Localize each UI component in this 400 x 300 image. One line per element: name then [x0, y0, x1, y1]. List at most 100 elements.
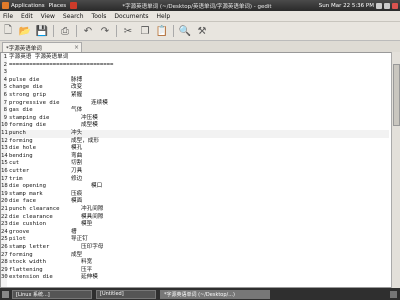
undo-icon[interactable]: ↶ [82, 25, 94, 37]
toolbar-separator [173, 25, 174, 37]
text-line[interactable]: 5 change die 改变 [1, 84, 389, 92]
text-line[interactable]: 7 progressive die 连续模 [1, 100, 389, 108]
menu-search[interactable]: Search [63, 13, 84, 20]
text-line[interactable]: 17 trim 修边 [1, 176, 389, 184]
text-line[interactable]: 23 die cushion 模垫 [1, 221, 389, 229]
text-line[interactable]: 30 extension die 延伸模 [1, 274, 389, 282]
toolbar: 🗋 📂 💾 ⎙ ↶ ↷ ✂ ❐ 📋 🔍 ⚒ [0, 22, 400, 41]
vertical-scrollbar[interactable] [391, 52, 400, 288]
text-line[interactable]: 15 cut 切割 [1, 160, 389, 168]
text-line[interactable]: 3 [1, 69, 389, 77]
save-icon[interactable]: 💾 [36, 25, 48, 37]
line-translation: 模口 [91, 183, 103, 190]
close-tab-icon[interactable]: × [74, 44, 79, 51]
new-icon[interactable]: 🗋 [2, 25, 14, 37]
show-desktop-icon[interactable] [2, 290, 9, 298]
text-line[interactable]: 22 die clearance 模具间隙 [1, 214, 389, 222]
places-menu[interactable]: Places [49, 3, 67, 9]
text-line[interactable]: 16 cutter 刀具 [1, 168, 389, 176]
text-line[interactable]: 1 字源英语 字源英语单词 [1, 54, 389, 62]
line-text: pilot [9, 236, 26, 243]
text-line[interactable]: 2 =============================== [1, 62, 389, 70]
line-text: stock width [9, 259, 47, 266]
document-tab-label: *字源英语单词 [6, 45, 42, 52]
scrollbar-thumb[interactable] [393, 64, 400, 126]
text-line[interactable]: 24 groove 槽 [1, 229, 389, 237]
line-number: 13 [1, 145, 8, 152]
print-icon[interactable]: ⎙ [59, 25, 71, 37]
minimize-button[interactable] [376, 2, 382, 9]
line-translation: 切割 [71, 160, 83, 167]
line-number: 27 [1, 251, 8, 258]
menu-edit[interactable]: Edit [21, 13, 33, 20]
line-number: 16 [1, 168, 8, 174]
line-number: 21 [1, 206, 8, 212]
line-translation: 紧握 [71, 92, 83, 98]
menu-help[interactable]: Help [157, 13, 171, 20]
line-text: extension die [9, 274, 53, 281]
line-text: stamp letter [9, 244, 50, 250]
text-line[interactable]: 20 die face 模面 [1, 198, 389, 206]
line-text: strong grip [9, 92, 47, 98]
open-icon[interactable]: 📂 [19, 25, 31, 37]
text-line[interactable]: 10 forming die 成型模 [1, 122, 389, 130]
line-translation: 成型模 [81, 122, 98, 129]
replace-icon[interactable]: ⚒ [196, 25, 208, 37]
text-line[interactable]: 12 forming 成型，成形 [1, 138, 389, 146]
line-text: flattening [9, 266, 43, 273]
line-text: cutter [9, 168, 30, 174]
maximize-button[interactable] [384, 2, 390, 9]
line-number: 14 [1, 152, 8, 159]
line-text: pulse die [9, 76, 40, 83]
line-translation: 料宽 [81, 259, 93, 266]
text-line[interactable]: 13 die hole 模孔 [1, 145, 389, 153]
taskbar-item-3[interactable]: *字源英语单词 (~/Desktop/...) [160, 289, 270, 299]
line-text: gas die [9, 107, 33, 114]
line-text: change die [9, 84, 43, 91]
text-line[interactable]: 9 stamping die 冲压模 [1, 115, 389, 123]
line-number: 10 [1, 122, 8, 129]
text-line[interactable]: 11 punch 冲头 [1, 130, 389, 138]
text-editor[interactable]: 1 字源英语 字源英语单词 2 ===========================… [0, 52, 398, 288]
document-tabs: *字源英语单词 × [0, 41, 400, 52]
line-text: punch clearance [9, 206, 60, 212]
cut-icon[interactable]: ✂ [122, 25, 134, 37]
text-line[interactable]: 25 pilot 导正钉 [1, 236, 389, 244]
trash-icon[interactable] [390, 290, 397, 298]
document-tab[interactable]: *字源英语单词 × [2, 42, 82, 52]
text-line[interactable]: 27 forming 成型 [1, 252, 389, 260]
menu-tools[interactable]: Tools [92, 13, 107, 20]
line-text: die opening [9, 183, 47, 190]
text-line[interactable]: 26 stamp letter 压印字母 [1, 244, 389, 252]
find-icon[interactable]: 🔍 [179, 25, 191, 37]
line-text: die clearance [9, 213, 53, 220]
line-number: 29 [1, 266, 8, 273]
ubuntu-logo-icon[interactable] [2, 2, 9, 9]
text-line[interactable]: 6 strong grip 紧握 [1, 92, 389, 100]
paste-icon[interactable]: 📋 [156, 25, 168, 37]
text-line[interactable]: 14 bending 弯曲 [1, 153, 389, 161]
line-number: 19 [1, 190, 8, 197]
line-number: 2 [3, 61, 7, 68]
close-button[interactable] [392, 2, 398, 9]
text-line[interactable]: 29 flattening 压平 [1, 267, 389, 275]
firefox-launcher-icon[interactable] [70, 2, 78, 9]
text-line[interactable]: 21 punch clearance 冲孔间隙 [1, 206, 389, 214]
applications-menu[interactable]: Applications [11, 3, 45, 9]
text-line[interactable]: 8 gas die 气体 [1, 107, 389, 115]
menu-view[interactable]: View [41, 13, 55, 20]
text-line[interactable]: 4 pulse die 脉搏 [1, 77, 389, 85]
menu-file[interactable]: File [3, 13, 13, 20]
redo-icon[interactable]: ↷ [99, 25, 111, 37]
line-translation: 改变 [71, 84, 83, 91]
copy-icon[interactable]: ❐ [139, 25, 151, 37]
line-text: cut [9, 160, 20, 167]
taskbar-item-1[interactable]: [Linux 系统...] [12, 289, 92, 299]
text-line[interactable]: 28 stock width 料宽 [1, 259, 389, 267]
taskbar-item-2[interactable]: [Untitled] [96, 289, 156, 299]
text-line[interactable]: 19 stamp mark 压痕 [1, 191, 389, 199]
clock[interactable]: Sun Mar 22 5:36 PM [319, 3, 374, 9]
bottom-panel: [Linux 系统...] [Untitled] *字源英语单词 (~/Desk… [0, 288, 400, 300]
menu-documents[interactable]: Documents [114, 13, 148, 20]
text-line[interactable]: 18 die opening 模口 [1, 183, 389, 191]
